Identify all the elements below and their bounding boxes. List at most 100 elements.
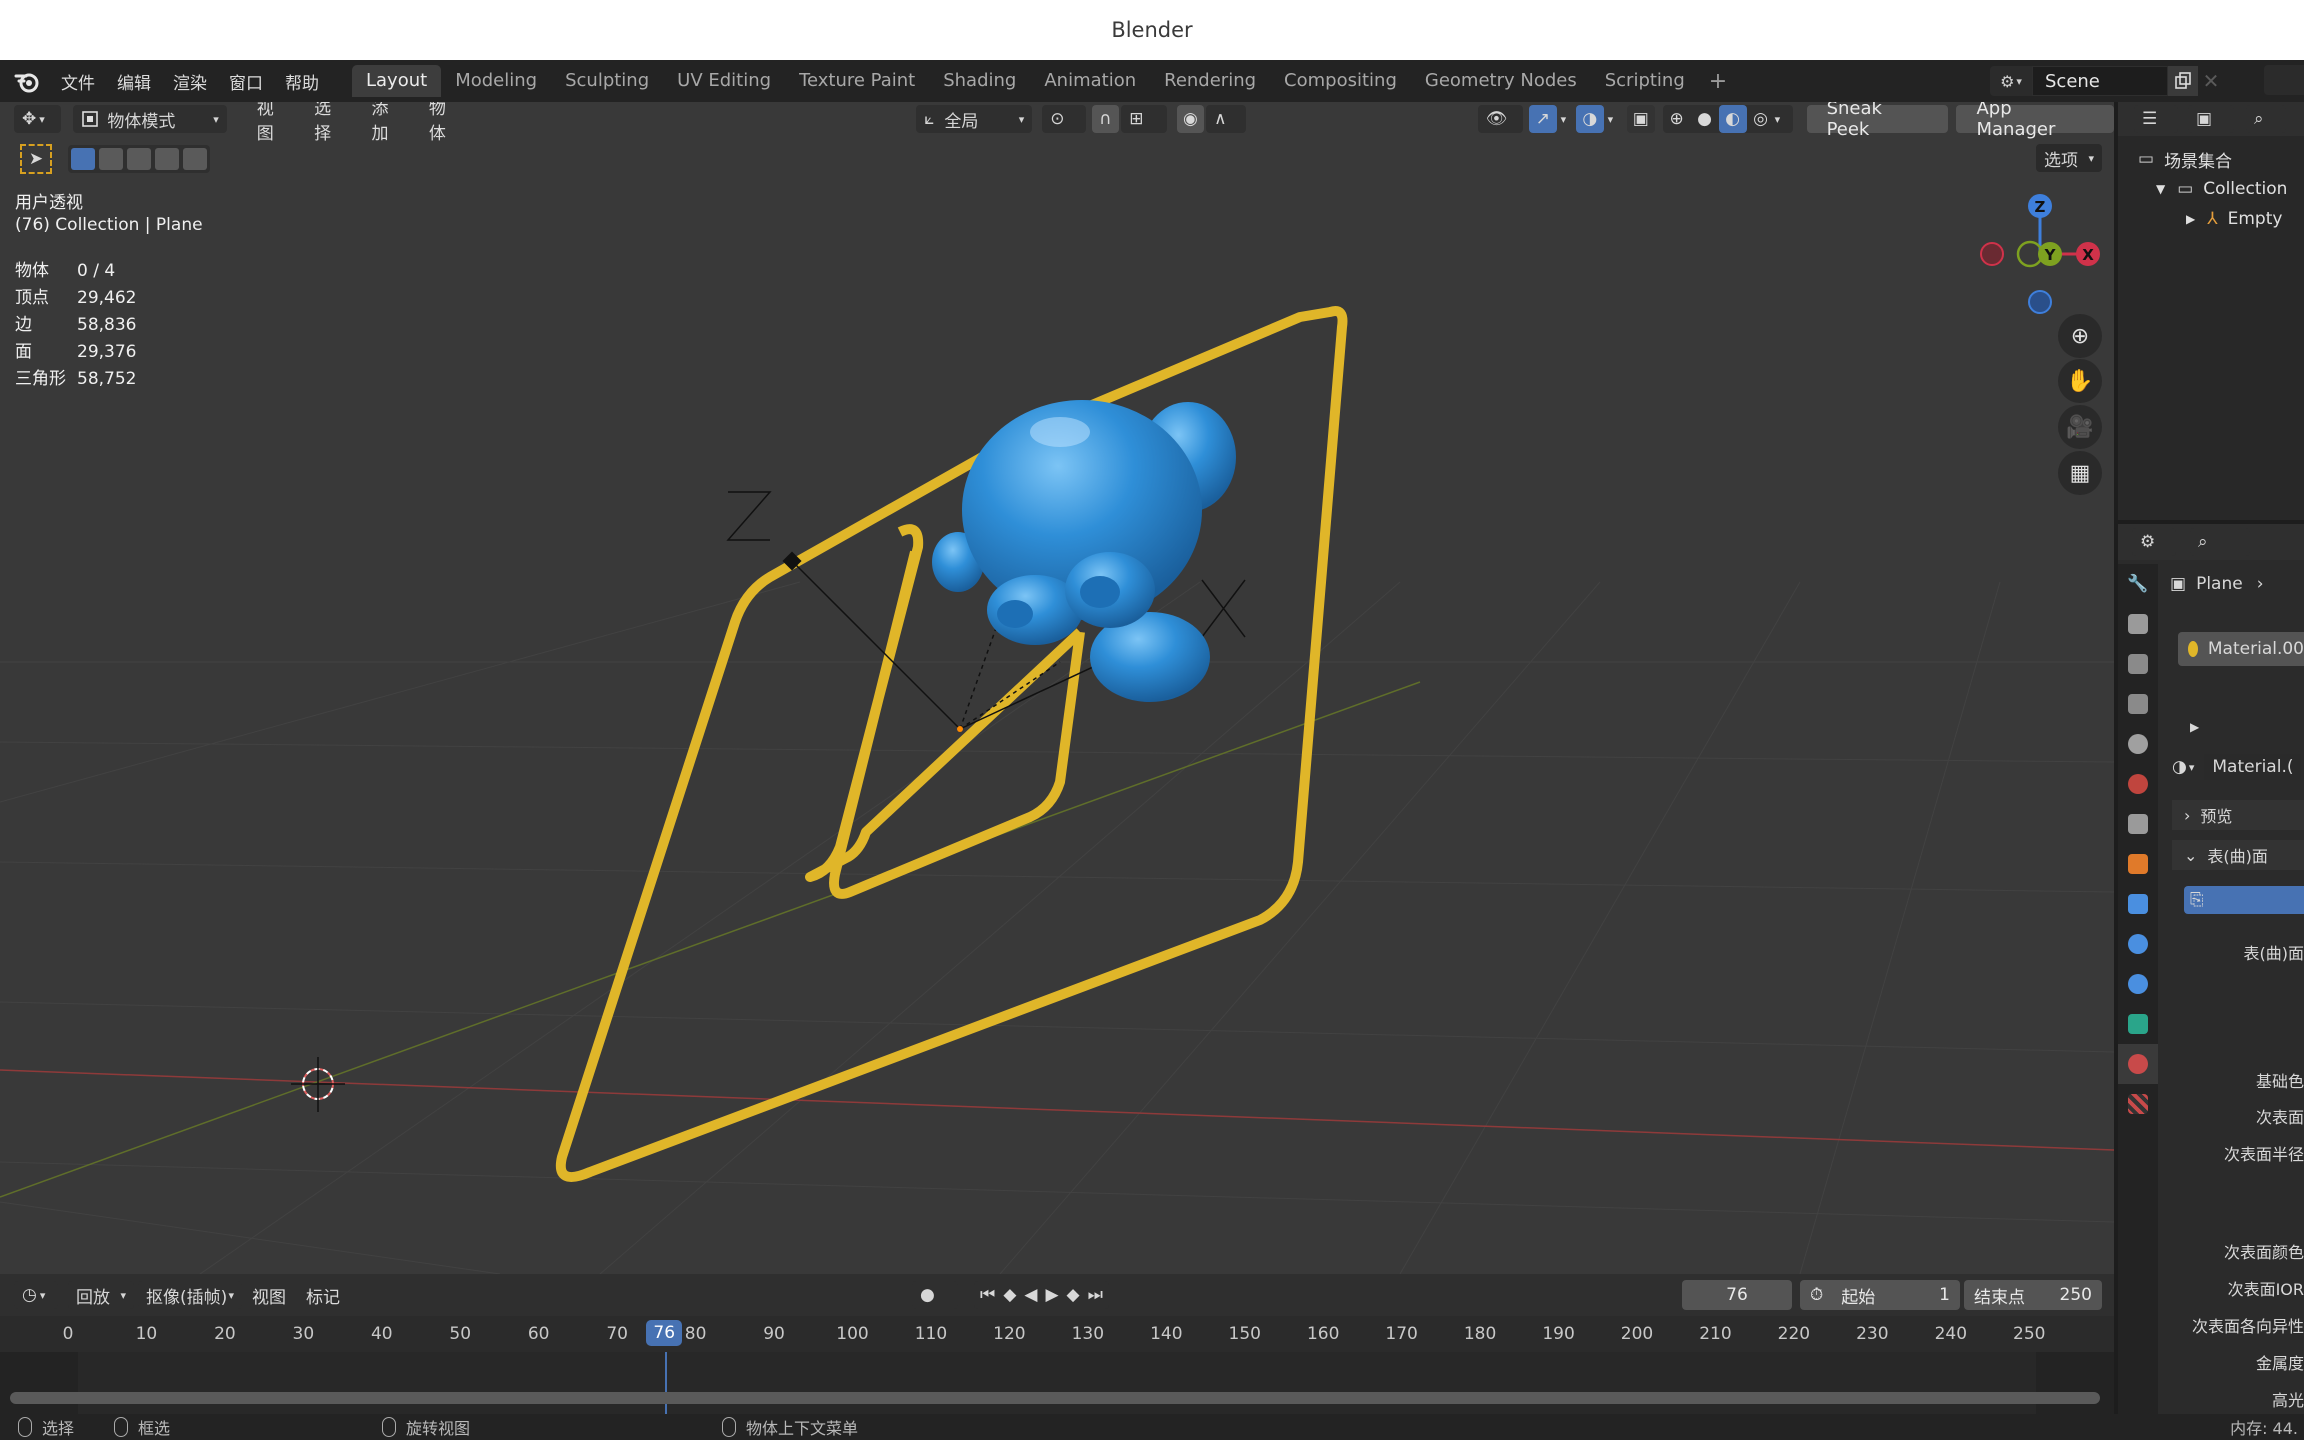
scene-remove-button[interactable]: ✕ xyxy=(2198,66,2224,96)
tab-physics[interactable] xyxy=(2118,964,2158,1004)
select-invert-icon[interactable] xyxy=(155,148,179,170)
chevron-down-icon[interactable]: ▾ xyxy=(1608,113,1614,126)
outliner-search-button[interactable]: ⌕ xyxy=(2246,105,2286,133)
preview-panel-header[interactable]: › 预览 xyxy=(2172,800,2304,830)
tab-texture[interactable] xyxy=(2118,1084,2158,1124)
tab-output[interactable] xyxy=(2118,644,2158,684)
tab-modifiers[interactable] xyxy=(2118,884,2158,924)
suzanne-mesh[interactable] xyxy=(932,400,1236,702)
material-datablock[interactable]: ◑ ▾ Material.( xyxy=(2172,752,2304,782)
3d-viewport[interactable]: ✥ ▾ 物体模式 ▾ 视图 选择 添加 物体 ⟀ 全局 ▾ ⊙ ∩ ⊞ ◉ ∧ 👁… xyxy=(0,102,2114,1274)
scene-browse-button[interactable]: ⚙ ▾ xyxy=(1990,66,2032,96)
tab-layout[interactable]: Layout xyxy=(352,65,442,97)
tab-constraints[interactable] xyxy=(2118,1004,2158,1044)
outliner-row-empty[interactable]: ▶ ⅄ Empty xyxy=(2118,204,2304,234)
tab-material[interactable] xyxy=(2118,1044,2158,1084)
chevron-down-icon[interactable]: ▼ xyxy=(2156,182,2165,196)
viewport-menu-select[interactable]: 选择 xyxy=(302,102,359,144)
end-frame-field[interactable]: 结束点 250 xyxy=(1964,1280,2102,1310)
tab-world[interactable] xyxy=(2118,764,2158,804)
chevron-right-icon[interactable]: ▶ xyxy=(2186,212,2195,226)
add-workspace-button[interactable]: + xyxy=(1699,69,1737,94)
tab-render[interactable] xyxy=(2118,604,2158,644)
play-icon[interactable]: ▶ xyxy=(1045,1285,1058,1305)
menu-file[interactable]: 文件 xyxy=(50,69,106,94)
prev-keyframe-icon[interactable]: ◆ xyxy=(1003,1285,1016,1305)
tab-scene[interactable] xyxy=(2118,724,2158,764)
keying-dropdown[interactable]: 抠像(插帧) ▾ xyxy=(138,1281,242,1309)
snap-toggle[interactable]: ∩ xyxy=(1091,105,1120,133)
outliner-editor-type-button[interactable]: ☰ xyxy=(2134,105,2178,133)
playhead-frame-indicator[interactable]: 76 xyxy=(646,1320,683,1346)
scene-name-field[interactable]: Scene xyxy=(2032,66,2168,96)
chevron-down-icon[interactable]: ▾ xyxy=(1775,113,1793,126)
select-new-icon[interactable] xyxy=(71,148,95,170)
properties-search-button[interactable]: ⌕ xyxy=(2190,528,2250,556)
tab-collection[interactable] xyxy=(2118,804,2158,844)
timeline-scrollbar[interactable] xyxy=(10,1392,2100,1404)
snap-target-dropdown[interactable]: ⊞ xyxy=(1121,105,1167,133)
zoom-icon[interactable]: ⊕ xyxy=(2058,314,2102,358)
wireframe-icon[interactable]: ⊕ xyxy=(1663,109,1691,129)
xray-toggle[interactable]: ▣ xyxy=(1627,105,1655,133)
timeline-menu-view[interactable]: 视图 xyxy=(242,1283,296,1308)
play-reverse-icon[interactable]: ◀ xyxy=(1024,1285,1037,1305)
mode-dropdown[interactable]: 物体模式 ▾ xyxy=(73,105,227,133)
tab-sculpting[interactable]: Sculpting xyxy=(551,65,663,97)
tab-animation[interactable]: Animation xyxy=(1030,65,1150,97)
proportional-edit-toggle[interactable]: ◉ xyxy=(1176,105,1205,133)
ortho-grid-icon[interactable]: ▦ xyxy=(2058,451,2102,495)
start-frame-field[interactable]: ⏱ 起始 1 xyxy=(1800,1280,1960,1310)
next-keyframe-icon[interactable]: ◆ xyxy=(1067,1285,1080,1305)
outliner-display-mode-button[interactable]: ▣ xyxy=(2188,105,2234,133)
tab-texture-paint[interactable]: Texture Paint xyxy=(785,65,929,97)
pivot-point-dropdown[interactable]: ⊙ xyxy=(1042,105,1086,133)
camera-icon[interactable]: 🎥 xyxy=(2058,405,2102,449)
outliner-row-scene-collection[interactable]: ▭ 场景集合 xyxy=(2118,144,2304,174)
tab-particles[interactable] xyxy=(2118,924,2158,964)
gizmo-toggle[interactable]: ↗ xyxy=(1529,105,1557,133)
tab-compositing[interactable]: Compositing xyxy=(1270,65,1411,97)
app-manager-button[interactable]: App Manager xyxy=(1956,102,2114,140)
pan-hand-icon[interactable]: ✋ xyxy=(2058,359,2102,403)
tab-rendering[interactable]: Rendering xyxy=(1150,65,1270,97)
menu-window[interactable]: 窗口 xyxy=(218,69,274,94)
jump-start-icon[interactable]: ⏮ xyxy=(980,1285,995,1305)
outliner-row-collection[interactable]: ▼ ▭ Collection xyxy=(2118,174,2304,204)
3d-cursor[interactable] xyxy=(291,1057,345,1112)
tab-uv-editing[interactable]: UV Editing xyxy=(663,65,785,97)
overlays-toggle[interactable]: ◑ xyxy=(1576,105,1604,133)
menu-edit[interactable]: 编辑 xyxy=(106,69,162,94)
select-intersect-icon[interactable] xyxy=(183,148,207,170)
timeline-ruler[interactable]: 0 10 20 30 40 50 60 70 80 90 100 110 120 130 140 150 160… xyxy=(0,1316,2114,1352)
material-preview-icon[interactable]: ◐ xyxy=(1718,105,1747,133)
blender-logo-icon[interactable] xyxy=(12,66,42,96)
timeline-editor-type-button[interactable]: ◷ ▾ xyxy=(14,1281,58,1309)
chevron-down-icon[interactable]: ▾ xyxy=(1561,113,1567,126)
transform-orientation-dropdown[interactable]: ⟀ 全局 ▾ xyxy=(916,105,1033,133)
tab-geometry-nodes[interactable]: Geometry Nodes xyxy=(1411,65,1591,97)
material-slot-item[interactable]: Material.00 xyxy=(2178,632,2304,666)
sneak-peek-button[interactable]: Sneak Peek xyxy=(1806,102,1949,140)
menu-render[interactable]: 渲染 xyxy=(162,69,218,94)
tab-modeling[interactable]: Modeling xyxy=(441,65,551,97)
surface-panel-header[interactable]: ⌄ 表(曲)面 xyxy=(2172,840,2304,870)
menu-help[interactable]: 帮助 xyxy=(274,69,330,94)
timeline-menu-marker[interactable]: 标记 xyxy=(296,1283,350,1308)
tab-shading[interactable]: Shading xyxy=(929,65,1030,97)
viewport-menu-add[interactable]: 添加 xyxy=(359,102,416,144)
properties-editor-type-button[interactable]: ⚙ xyxy=(2132,528,2176,556)
viewport-options-dropdown[interactable]: 选项 ▾ xyxy=(2036,144,2102,172)
current-frame-field[interactable]: 76 xyxy=(1682,1280,1792,1310)
chevron-right-icon[interactable]: ▶ xyxy=(2190,720,2199,734)
rendered-icon[interactable]: ◎ xyxy=(1747,109,1775,129)
tab-tool[interactable]: 🔧 xyxy=(2118,564,2158,604)
tab-scripting[interactable]: Scripting xyxy=(1591,65,1699,97)
viewport-menu-view[interactable]: 视图 xyxy=(245,102,302,144)
solid-icon[interactable]: ● xyxy=(1691,109,1719,129)
jump-end-icon[interactable]: ⏭ xyxy=(1088,1285,1103,1305)
scene-copy-button[interactable] xyxy=(2168,66,2198,96)
visibility-dropdown[interactable]: 👁 xyxy=(1477,105,1524,133)
select-tool-icon[interactable]: ➤ xyxy=(20,144,52,174)
navigation-gizmo[interactable]: Z X Y xyxy=(1970,188,2110,318)
